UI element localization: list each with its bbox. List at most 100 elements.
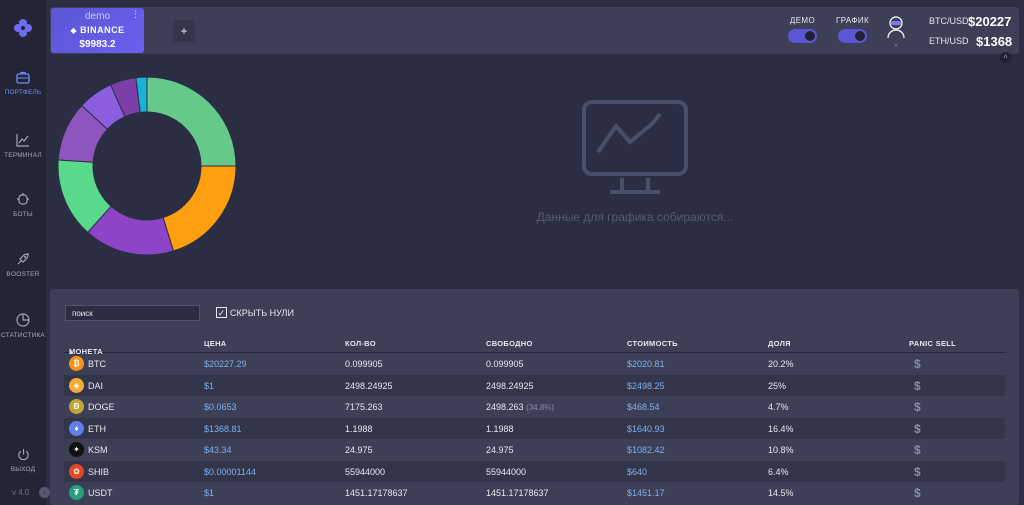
table-row[interactable]: ₮ USDT $1 1451.17178637 1451.17178637 $1451.… (64, 482, 1005, 504)
sidebar-item-terminal[interactable]: ТЕРМИНАЛ (0, 133, 46, 159)
monitor-chart-icon (582, 100, 688, 194)
sidebar-item-booster[interactable]: BOOSTER (0, 252, 46, 278)
coin-price[interactable]: $1368.81 (204, 424, 242, 434)
coin-free: 2498.24925 (486, 381, 534, 391)
coin-value[interactable]: $1451.17 (627, 488, 665, 498)
table-row[interactable]: Ð DOGE $0.0653 7175.263 2498.263 (34.8%) $468… (64, 396, 1005, 418)
exchange-label: BINANCE (80, 25, 125, 35)
coin-price[interactable]: $43.34 (204, 445, 232, 455)
graph-loading-message: Данные для графика собираются... (536, 210, 734, 224)
coin-free: 55944000 (486, 467, 526, 477)
coin-ksm-icon: ✦ (69, 442, 84, 457)
coin-price[interactable]: $0.00001144 (204, 467, 256, 477)
sidebar-item-statistics[interactable]: СТАТИСТИКА (0, 313, 46, 339)
header-panic-sell: PANIC SELL (909, 339, 957, 348)
app-version: v 4.0 (12, 488, 30, 497)
collapse-top-button[interactable]: ˄ (1000, 52, 1011, 63)
panic-sell-button[interactable]: $ (914, 422, 921, 436)
holdings-table: МОНЕТА ▴ ЦЕНА КОЛ-ВО СВОБОДНО СТОИМОСТЬ … (64, 331, 1005, 504)
add-account-button[interactable]: + (173, 20, 195, 42)
account-card[interactable]: demo ⋮ ◆ BINANCE $9983.2 (51, 8, 144, 53)
header-value[interactable]: СТОИМОСТЬ (627, 339, 678, 348)
chevron-down-icon[interactable]: ⌄ (893, 40, 899, 48)
coin-value[interactable]: $468.54 (627, 402, 660, 412)
binance-icon: ◆ (70, 26, 78, 35)
coin-free-value: 24.975 (486, 445, 514, 455)
coin-free: 1.1988 (486, 424, 514, 434)
coin-share: 25% (768, 380, 787, 391)
sidebar-collapse-button[interactable]: ‹ (39, 487, 50, 498)
coin-symbol: DAI (88, 380, 104, 391)
kebab-menu-icon[interactable]: ⋮ (131, 10, 140, 19)
coin-price[interactable]: $1 (204, 488, 214, 498)
coin-symbol: ETH (88, 423, 106, 434)
header-share[interactable]: ДОЛЯ (768, 339, 791, 348)
table-row[interactable]: ◈ DAI $1 2498.24925 2498.24925 $2498.25 25% $ (64, 374, 1005, 396)
hide-zero-checkbox[interactable]: ✓ СКРЫТЬ НУЛИ (216, 307, 294, 318)
ticker-btc: BTC/USD $20227 (929, 14, 1011, 29)
sidebar: ПОРТФЕЛЬ ТЕРМИНАЛ БОТЫ BOOSTER СТАТИСТИК… (0, 0, 50, 505)
chart-toggle[interactable] (838, 29, 868, 43)
logout-label: ВЫХОД (10, 466, 36, 473)
header-price[interactable]: ЦЕНА (204, 339, 227, 348)
coin-price[interactable]: $20227.29 (204, 359, 247, 369)
coin-share: 20.2% (768, 359, 794, 369)
graph-placeholder: Данные для графика собираются... (520, 100, 750, 224)
panic-sell-button[interactable]: $ (914, 443, 921, 457)
coin-value[interactable]: $640 (627, 467, 647, 477)
coin-share: 16.4% (768, 423, 794, 434)
coin-free-value: 0.099905 (486, 359, 524, 369)
user-avatar-icon[interactable] (885, 15, 907, 39)
sidebar-item-label: СТАТИСТИКА (1, 332, 45, 339)
coin-free-value: 55944000 (486, 466, 527, 477)
topbar: demo ⋮ ◆ BINANCE $9983.2 + ДЕМО ГРАФИК ⌄… (50, 7, 1019, 54)
coin-quantity: 0.099905 (345, 359, 383, 369)
coin-share: 10.8% (768, 445, 794, 455)
panic-sell-button[interactable]: $ (914, 486, 921, 500)
coin-symbol: SHIB (88, 466, 110, 477)
header-free[interactable]: СВОБОДНО (486, 339, 533, 348)
power-icon (17, 448, 29, 461)
chevron-left-icon: ‹ (43, 488, 46, 497)
donut-segment[interactable] (146, 76, 237, 167)
sidebar-item-label: ТЕРМИНАЛ (4, 152, 42, 159)
coin-symbol: DOGE (88, 402, 115, 412)
coin-value[interactable]: $2020.81 (627, 359, 665, 369)
sidebar-item-label: ПОРТФЕЛЬ (4, 89, 42, 96)
panic-sell-button[interactable]: $ (914, 465, 921, 479)
coin-price[interactable]: $0.0653 (204, 402, 237, 412)
logout-button[interactable]: ВЫХОД (0, 448, 46, 473)
panic-sell-button[interactable]: $ (914, 357, 921, 371)
panic-sell-button[interactable]: $ (914, 400, 921, 414)
table-row[interactable]: ✿ SHIB $0.00001144 55944000 55944000 $640 6.4… (64, 460, 1005, 482)
sidebar-item-portfolio[interactable]: ПОРТФЕЛЬ (0, 70, 46, 96)
coin-btc-icon: ₿ (69, 356, 84, 371)
search-input[interactable] (65, 305, 200, 321)
app-logo-icon[interactable] (13, 18, 33, 38)
checkbox-checked-icon[interactable]: ✓ (216, 307, 227, 318)
coin-value[interactable]: $2498.25 (627, 381, 665, 391)
coin-free: 0.099905 (486, 359, 524, 369)
coin-shib-icon: ✿ (69, 463, 84, 479)
donut-segment[interactable] (162, 165, 237, 252)
chart-line-icon (16, 134, 29, 147)
table-row[interactable]: ♦ ETH $1368.81 1.1988 1.1988 $1640.93 16.4% $ (64, 417, 1005, 439)
coin-dai-icon: ◈ (69, 377, 84, 393)
coin-value[interactable]: $1082.42 (627, 445, 665, 455)
header-qty[interactable]: КОЛ-ВО (345, 339, 376, 348)
table-row[interactable]: ✦ KSM $43.34 24.975 24.975 $1082.42 10.8% $ (64, 439, 1005, 461)
ticker-pair: ETH/USD (929, 36, 969, 46)
pie-chart-icon (16, 313, 30, 327)
demo-toggle[interactable] (788, 29, 817, 43)
coin-symbol: USDT (88, 488, 113, 498)
table-row[interactable]: ₿ BTC $20227.29 0.099905 0.099905 $2020.81 20… (64, 353, 1005, 375)
panic-sell-button[interactable]: $ (914, 379, 921, 393)
table-body: ₿ BTC $20227.29 0.099905 0.099905 $2020.81 20… (64, 353, 1005, 504)
coin-eth-icon: ♦ (69, 420, 84, 436)
portfolio-donut-chart (57, 76, 237, 256)
coin-price[interactable]: $1 (204, 381, 214, 391)
rocket-icon (17, 253, 29, 265)
coin-value[interactable]: $1640.93 (627, 424, 665, 434)
coin-share: 4.7% (768, 402, 789, 412)
sidebar-item-bots[interactable]: БОТЫ (0, 192, 46, 218)
